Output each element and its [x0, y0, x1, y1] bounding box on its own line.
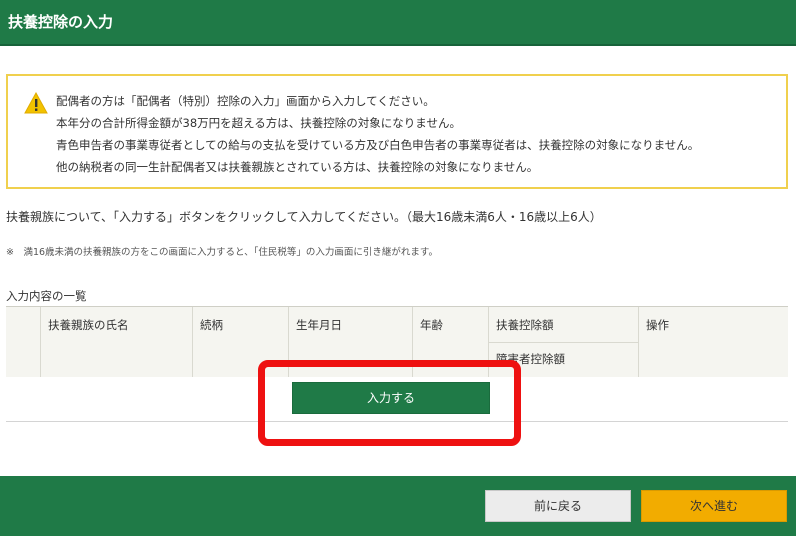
- column-header-deduction: 扶養控除額: [496, 318, 554, 332]
- list-title: 入力内容の一覧: [6, 289, 87, 303]
- column-header-birthdate: 生年月日: [296, 318, 342, 332]
- warning-text: 配偶者の方は「配偶者（特別）控除の入力」画面から入力してください。 本年分の合計…: [56, 90, 699, 178]
- column-divider: [638, 307, 639, 377]
- column-divider: [40, 307, 41, 377]
- warning-line: 本年分の合計所得金額が38万円を超える方は、扶養控除の対象になりません。: [56, 116, 461, 130]
- next-button[interactable]: 次へ進む: [641, 490, 787, 522]
- page-title: 扶養控除の入力: [8, 13, 114, 31]
- column-divider: [192, 307, 193, 377]
- warning-box: 配偶者の方は「配偶者（特別）控除の入力」画面から入力してください。 本年分の合計…: [6, 74, 788, 189]
- instruction-text: 扶養親族について、「入力する」ボタンをクリックして入力してください。（最大16歳…: [6, 210, 602, 224]
- column-header-age: 年齢: [420, 318, 443, 332]
- warning-line: 他の納税者の同一生計配偶者又は扶養親族とされている方は、扶養控除の対象になりませ…: [56, 160, 539, 174]
- note-text: ※ 満16歳未満の扶養親族の方をこの画面に入力すると、「住民税等」の入力画面に引…: [6, 247, 438, 258]
- highlight-frame: [258, 360, 521, 446]
- row-divider: [488, 342, 638, 343]
- column-header-name: 扶養親族の氏名: [48, 318, 129, 332]
- column-header-relation: 続柄: [200, 318, 223, 332]
- header-bar: 扶養控除の入力: [0, 0, 796, 46]
- warning-icon: [24, 92, 48, 114]
- warning-line: 青色申告者の事業専従者としての給与の支払を受けている方及び白色申告者の事業専従者…: [56, 138, 700, 152]
- back-button[interactable]: 前に戻る: [485, 490, 631, 522]
- warning-line: 配偶者の方は「配偶者（特別）控除の入力」画面から入力してください。: [56, 94, 435, 108]
- column-header-operation: 操作: [646, 318, 669, 332]
